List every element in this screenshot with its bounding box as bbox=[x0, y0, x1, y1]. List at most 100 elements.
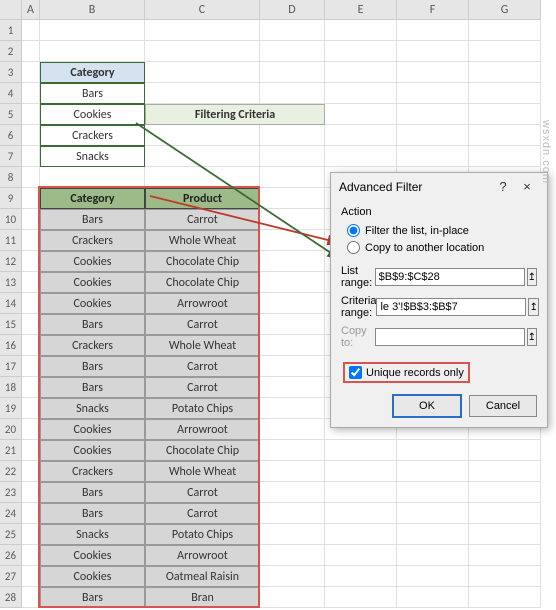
row-header[interactable]: 12 bbox=[0, 251, 22, 272]
cell[interactable] bbox=[22, 167, 40, 188]
copy-to-collapse-icon[interactable]: ↥ bbox=[527, 328, 537, 346]
cell[interactable] bbox=[145, 167, 260, 188]
cell[interactable]: Bars bbox=[40, 356, 145, 377]
cell[interactable] bbox=[397, 146, 469, 167]
cell[interactable] bbox=[22, 440, 40, 461]
col-header-e[interactable]: E bbox=[325, 0, 397, 20]
cell[interactable] bbox=[260, 146, 325, 167]
cell[interactable] bbox=[397, 587, 469, 608]
row-header[interactable]: 27 bbox=[0, 566, 22, 587]
cell[interactable] bbox=[397, 440, 469, 461]
cell[interactable]: Chocolate Chip bbox=[145, 440, 260, 461]
cell[interactable] bbox=[469, 41, 541, 62]
cell[interactable]: Carrot bbox=[145, 482, 260, 503]
cell[interactable] bbox=[260, 482, 325, 503]
cell[interactable] bbox=[325, 461, 397, 482]
cell[interactable] bbox=[325, 503, 397, 524]
cell[interactable] bbox=[397, 125, 469, 146]
row-header[interactable]: 25 bbox=[0, 524, 22, 545]
col-header-g[interactable]: G bbox=[469, 0, 541, 20]
cell[interactable]: Snacks bbox=[40, 146, 145, 167]
copy-another-location-radio[interactable] bbox=[347, 241, 360, 254]
cell[interactable]: Chocolate Chip bbox=[145, 251, 260, 272]
cell[interactable] bbox=[22, 62, 40, 83]
cell[interactable] bbox=[22, 146, 40, 167]
col-header-c[interactable]: C bbox=[145, 0, 260, 20]
cell[interactable] bbox=[260, 503, 325, 524]
cell[interactable] bbox=[325, 524, 397, 545]
cell[interactable] bbox=[325, 146, 397, 167]
cell[interactable] bbox=[22, 41, 40, 62]
cell[interactable]: Cookies bbox=[40, 566, 145, 587]
cell[interactable] bbox=[145, 125, 260, 146]
row-header[interactable]: 21 bbox=[0, 440, 22, 461]
row-header[interactable]: 5 bbox=[0, 104, 22, 125]
cell[interactable] bbox=[260, 41, 325, 62]
cell[interactable] bbox=[397, 41, 469, 62]
cell[interactable] bbox=[22, 335, 40, 356]
cell[interactable] bbox=[469, 125, 541, 146]
cell[interactable] bbox=[22, 293, 40, 314]
row-header[interactable]: 16 bbox=[0, 335, 22, 356]
cell[interactable] bbox=[325, 104, 397, 125]
cell[interactable] bbox=[40, 167, 145, 188]
cell[interactable] bbox=[260, 566, 325, 587]
row-header[interactable]: 9 bbox=[0, 188, 22, 209]
cell[interactable]: Bars bbox=[40, 587, 145, 608]
cell[interactable] bbox=[397, 566, 469, 587]
criteria-range-collapse-icon[interactable]: ↥ bbox=[528, 298, 538, 316]
cell[interactable] bbox=[22, 83, 40, 104]
cell[interactable]: Cookies bbox=[40, 272, 145, 293]
col-header-b[interactable]: B bbox=[40, 0, 145, 20]
cell[interactable] bbox=[40, 20, 145, 41]
cell[interactable]: Cookies bbox=[40, 440, 145, 461]
row-header[interactable]: 8 bbox=[0, 167, 22, 188]
cell[interactable]: Potato Chips bbox=[145, 524, 260, 545]
cell[interactable]: Arrowroot bbox=[145, 293, 260, 314]
cell[interactable] bbox=[325, 62, 397, 83]
cell[interactable]: Category bbox=[40, 62, 145, 83]
cell[interactable]: Bars bbox=[40, 314, 145, 335]
cell[interactable] bbox=[260, 167, 325, 188]
row-header[interactable]: 23 bbox=[0, 482, 22, 503]
row-header[interactable]: 1 bbox=[0, 20, 22, 41]
row-header[interactable]: 22 bbox=[0, 461, 22, 482]
cell[interactable]: Whole Wheat bbox=[145, 335, 260, 356]
cell[interactable]: Whole Wheat bbox=[145, 461, 260, 482]
cell[interactable] bbox=[260, 587, 325, 608]
cell[interactable] bbox=[22, 587, 40, 608]
cell[interactable] bbox=[469, 146, 541, 167]
row-header[interactable]: 2 bbox=[0, 41, 22, 62]
row-header[interactable]: 26 bbox=[0, 545, 22, 566]
cell[interactable]: Crackers bbox=[40, 461, 145, 482]
cell[interactable]: Chocolate Chip bbox=[145, 272, 260, 293]
cell[interactable] bbox=[325, 440, 397, 461]
row-header[interactable]: 4 bbox=[0, 83, 22, 104]
cell[interactable]: Crackers bbox=[40, 125, 145, 146]
cell[interactable] bbox=[22, 524, 40, 545]
cell[interactable]: Filtering Criteria bbox=[145, 104, 325, 125]
cell[interactable] bbox=[22, 461, 40, 482]
cell[interactable]: Arrowroot bbox=[145, 419, 260, 440]
cell[interactable] bbox=[260, 83, 325, 104]
cell[interactable]: Cookies bbox=[40, 104, 145, 125]
cell[interactable] bbox=[397, 62, 469, 83]
cell[interactable]: Oatmeal Raisin bbox=[145, 566, 260, 587]
cell[interactable] bbox=[260, 272, 325, 293]
cell[interactable]: Cookies bbox=[40, 545, 145, 566]
cell[interactable]: Arrowroot bbox=[145, 545, 260, 566]
row-header[interactable]: 28 bbox=[0, 587, 22, 608]
cell[interactable]: Crackers bbox=[40, 335, 145, 356]
cell[interactable]: Bars bbox=[40, 209, 145, 230]
cell[interactable] bbox=[22, 356, 40, 377]
cell[interactable] bbox=[260, 335, 325, 356]
cell[interactable] bbox=[260, 398, 325, 419]
cell[interactable] bbox=[22, 419, 40, 440]
cell[interactable]: Bars bbox=[40, 503, 145, 524]
cell[interactable] bbox=[145, 62, 260, 83]
cell[interactable] bbox=[260, 230, 325, 251]
col-header-f[interactable]: F bbox=[397, 0, 469, 20]
cell[interactable]: Carrot bbox=[145, 377, 260, 398]
cell[interactable]: Snacks bbox=[40, 524, 145, 545]
cell[interactable]: Cookies bbox=[40, 251, 145, 272]
